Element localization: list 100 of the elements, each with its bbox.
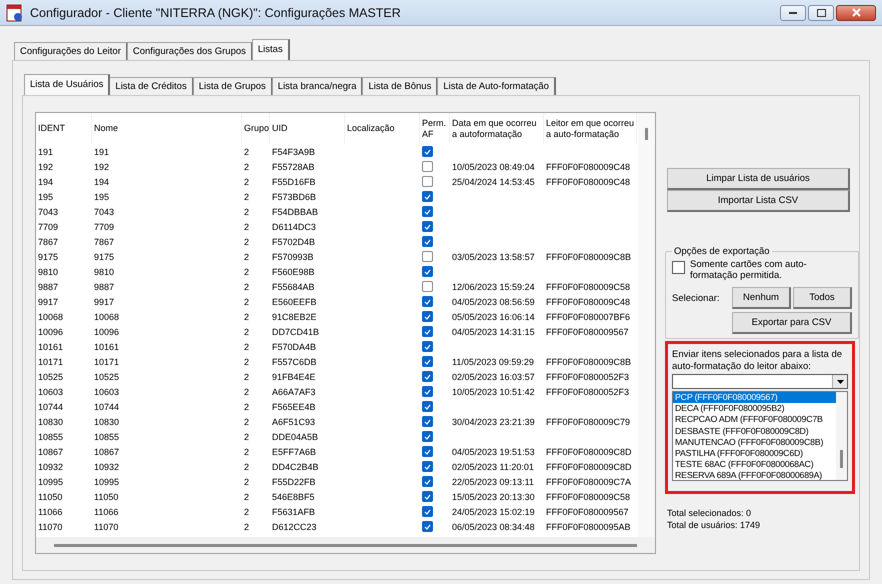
table-cell-text: F565EE4B bbox=[271, 402, 317, 412]
list-item[interactable]: DESBASTE (FFF0F0F080009C8D) bbox=[673, 426, 836, 437]
table-cell-text: F55684AB bbox=[271, 282, 316, 292]
maximize-button[interactable] bbox=[808, 4, 834, 20]
checkbox-label: Somente cartões com auto-formatação permitida. bbox=[690, 259, 808, 281]
checkbox[interactable] bbox=[422, 461, 433, 472]
checkbox[interactable] bbox=[422, 176, 433, 187]
column-header[interactable]: Data em que ocorreu a autoformatação bbox=[452, 118, 543, 140]
table-cell-text: 10171 bbox=[37, 356, 64, 366]
table-cell-text: 2 bbox=[243, 342, 250, 352]
checkbox[interactable] bbox=[422, 206, 433, 217]
list-item[interactable]: PASTILHA (FFF0F0F080009C6D) bbox=[673, 448, 836, 460]
checkbox[interactable] bbox=[422, 161, 433, 172]
column-header[interactable]: UID bbox=[272, 123, 288, 134]
table-cell-text: FFF0F0F080009C79 bbox=[545, 416, 632, 426]
list-item[interactable]: RESERVA 689A (FFF0F0F08000689A) bbox=[673, 470, 836, 480]
action-button[interactable]: Limpar Lista de usuários bbox=[667, 168, 850, 190]
column-header[interactable]: Grupo bbox=[244, 123, 270, 134]
tab[interactable]: Lista de Bônus bbox=[362, 77, 438, 95]
checkbox[interactable] bbox=[422, 401, 433, 412]
table-cell-text: 7709 bbox=[37, 222, 60, 232]
vertical-scrollbar[interactable] bbox=[638, 113, 655, 537]
table-cell-text: 7709 bbox=[93, 222, 116, 232]
checkmark-icon bbox=[424, 358, 431, 364]
checkbox[interactable] bbox=[422, 521, 433, 532]
tab[interactable]: Configurações do Leitor bbox=[14, 42, 128, 60]
table-cell-text: FFF0F0F080009567 bbox=[545, 326, 630, 336]
table-cell-text: 2 bbox=[243, 506, 250, 516]
checkbox[interactable] bbox=[422, 191, 433, 202]
checkbox[interactable] bbox=[422, 491, 433, 502]
checkmark-icon bbox=[424, 464, 431, 470]
table-cell-text: 22/05/2023 09:13:11 bbox=[451, 476, 535, 486]
export-button[interactable]: Exportar para CSV bbox=[732, 312, 852, 334]
checkbox[interactable] bbox=[422, 416, 433, 427]
caret-icon bbox=[836, 380, 844, 384]
checkbox[interactable] bbox=[422, 221, 433, 232]
checkbox[interactable] bbox=[672, 261, 685, 274]
table-cell-text: 10932 bbox=[37, 462, 64, 472]
close-button[interactable] bbox=[836, 4, 876, 20]
table-cell-text: FFF0F0F0800052F3 bbox=[545, 386, 630, 396]
table-cell-text: 04/05/2023 14:31:15 bbox=[451, 326, 536, 336]
tab[interactable]: Lista de Auto-formatação bbox=[437, 77, 556, 95]
checkbox[interactable] bbox=[422, 356, 433, 367]
action-button[interactable]: Importar Lista CSV bbox=[667, 190, 850, 212]
table-cell-text: 195 bbox=[37, 192, 54, 202]
reader-dropdown[interactable] bbox=[672, 374, 848, 389]
table-cell-text: 12/06/2023 15:59:24 bbox=[451, 282, 536, 292]
column-header[interactable]: IDENT bbox=[38, 123, 65, 134]
checkbox[interactable] bbox=[422, 311, 433, 322]
table-cell-text: 11070 bbox=[93, 522, 120, 532]
tab[interactable]: Lista de Créditos bbox=[109, 77, 194, 95]
table-cell-text: 30/04/2023 23:21:39 bbox=[451, 416, 536, 426]
minimize-button[interactable] bbox=[780, 4, 806, 20]
checkbox[interactable] bbox=[422, 281, 433, 292]
checkbox[interactable] bbox=[422, 386, 433, 397]
checkmark-icon bbox=[424, 224, 431, 230]
table-cell-text: F55728AB bbox=[271, 162, 316, 172]
checkbox[interactable] bbox=[422, 251, 433, 262]
table-cell-text: 10744 bbox=[37, 402, 64, 412]
table-cell-text: 2 bbox=[243, 312, 250, 322]
table-cell-text: 2 bbox=[243, 476, 250, 486]
checkbox[interactable] bbox=[422, 326, 433, 337]
horizontal-scrollbar[interactable] bbox=[36, 537, 655, 553]
column-header[interactable]: Leitor em que ocorreu a auto-formatação bbox=[546, 118, 636, 140]
list-item[interactable]: TESTE 68AC (FFF0F0F0800068AC) bbox=[673, 459, 836, 470]
tab[interactable]: Lista branca/negra bbox=[272, 77, 364, 95]
table-cell-text: 91C8EB2E bbox=[271, 312, 318, 322]
list-item[interactable]: PCP (FFF0F0F080009567) bbox=[673, 392, 836, 404]
checkbox[interactable] bbox=[422, 506, 433, 517]
checkbox[interactable] bbox=[422, 341, 433, 352]
checkbox[interactable] bbox=[422, 146, 433, 157]
column-header[interactable]: Localização bbox=[347, 123, 395, 134]
tab[interactable]: Configurações dos Grupos bbox=[126, 42, 253, 60]
list-item[interactable]: MANUTENCAO (FFF0F0F080009C8B) bbox=[673, 436, 836, 448]
select-button[interactable]: Todos bbox=[793, 287, 852, 309]
table-cell-text: 2 bbox=[243, 416, 250, 426]
table-cell-text: 10995 bbox=[93, 476, 120, 486]
checkbox[interactable] bbox=[422, 431, 433, 442]
tab[interactable]: Listas bbox=[252, 39, 290, 60]
list-item[interactable]: RECPCAO ADM (FFF0F0F080009C7B bbox=[673, 414, 836, 426]
tab[interactable]: Lista de Usuários bbox=[24, 74, 110, 95]
tab[interactable]: Lista de Grupos bbox=[192, 77, 273, 95]
send-label: Enviar itens selecionados para a lista de auto-formatação do leitor abaixo: bbox=[672, 349, 844, 373]
checkbox[interactable] bbox=[422, 266, 433, 277]
checkbox[interactable] bbox=[422, 371, 433, 382]
column-header[interactable]: Nome bbox=[94, 123, 118, 134]
checkbox[interactable] bbox=[422, 296, 433, 307]
table-cell-text: 10525 bbox=[93, 372, 120, 382]
table-cell-text: 7867 bbox=[37, 236, 60, 246]
app-icon bbox=[6, 4, 24, 22]
table-cell-text: 10171 bbox=[93, 356, 120, 366]
list-item[interactable]: DECA (FFF0F0F0800095B2) bbox=[673, 403, 836, 414]
checkbox[interactable] bbox=[422, 446, 433, 457]
list-scrollbar[interactable] bbox=[836, 392, 847, 480]
column-header[interactable]: Perm. AF bbox=[422, 118, 449, 140]
table-cell-text: F55D16FB bbox=[271, 176, 317, 186]
checkbox[interactable] bbox=[422, 476, 433, 487]
checkmark-icon bbox=[424, 434, 431, 440]
checkbox[interactable] bbox=[422, 236, 433, 247]
select-button[interactable]: Nenhum bbox=[732, 287, 791, 309]
